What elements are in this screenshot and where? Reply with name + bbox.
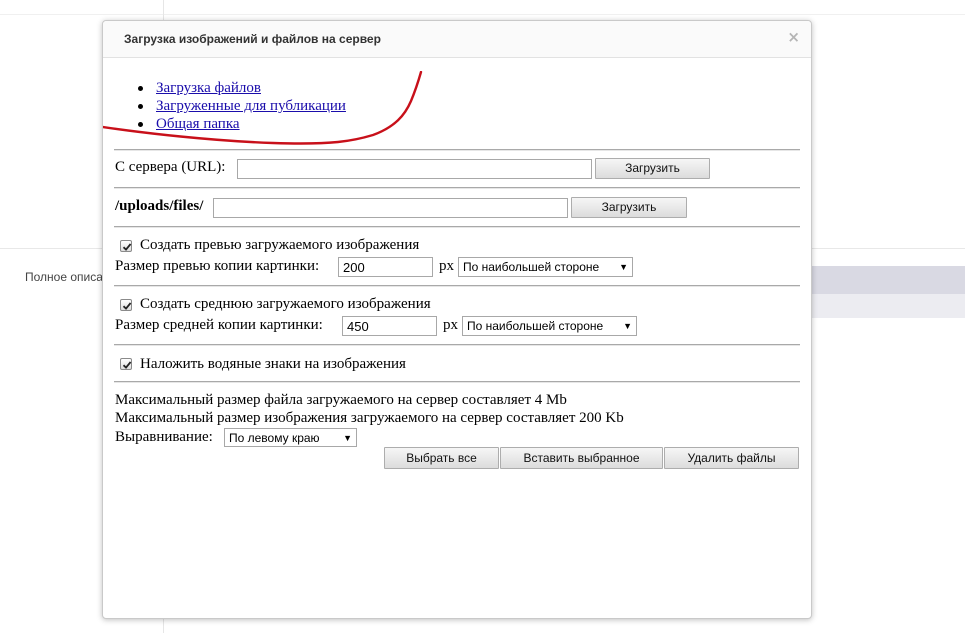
delete-files-button[interactable]: Удалить файлы <box>664 447 799 469</box>
file-input[interactable] <box>213 198 568 218</box>
upload-path-label: /uploads/files/ <box>115 198 204 214</box>
insert-selected-button[interactable]: Вставить выбранное <box>500 447 663 469</box>
divider <box>114 149 800 151</box>
divider <box>114 285 800 287</box>
divider <box>114 344 800 346</box>
close-icon[interactable]: × <box>787 28 800 46</box>
background-top-rule <box>0 14 965 15</box>
alignment-select[interactable]: По левому краю ▼ <box>224 428 357 447</box>
preview-checkbox-label: Создать превью загружаемого изображения <box>140 237 420 253</box>
url-label: С сервера (URL): <box>115 159 226 175</box>
alignment-label: Выравнивание: <box>115 429 213 445</box>
medium-checkbox[interactable] <box>120 299 132 311</box>
url-input[interactable] <box>237 159 592 179</box>
medium-size-label: Размер средней копии картинки: <box>115 317 323 333</box>
watermark-checkbox[interactable] <box>120 358 132 370</box>
divider <box>114 187 800 189</box>
max-image-size-text: Максимальный размер изображения загружае… <box>115 410 624 426</box>
watermark-checkbox-label: Наложить водяные знаки на изображения <box>140 356 406 372</box>
divider <box>114 226 800 228</box>
dialog-title: Загрузка изображений и файлов на сервер <box>124 32 381 46</box>
dropdown-arrow-icon: ▼ <box>343 433 352 443</box>
medium-checkbox-label: Создать среднюю загружаемого изображения <box>140 296 431 312</box>
preview-mode-value: По наибольшей стороне <box>463 260 600 274</box>
background-field-label: Полное описа <box>25 270 103 284</box>
upload-dialog: Загрузка изображений и файлов на сервер … <box>102 20 812 619</box>
divider <box>114 381 800 383</box>
checkmark-icon <box>122 361 132 369</box>
preview-size-input[interactable] <box>338 257 433 277</box>
medium-unit: px <box>443 317 458 333</box>
preview-unit: px <box>439 258 454 274</box>
alignment-value: По левому краю <box>229 431 320 445</box>
file-upload-button[interactable]: Загрузить <box>571 197 687 218</box>
max-file-size-text: Максимальный размер файла загружаемого н… <box>115 392 567 408</box>
dropdown-arrow-icon: ▼ <box>623 321 632 331</box>
url-upload-button[interactable]: Загрузить <box>595 158 710 179</box>
medium-mode-value: По наибольшей стороне <box>467 319 604 333</box>
medium-size-input[interactable] <box>342 316 437 336</box>
medium-mode-select[interactable]: По наибольшей стороне ▼ <box>462 316 637 336</box>
preview-mode-select[interactable]: По наибольшей стороне ▼ <box>458 257 633 277</box>
select-all-button[interactable]: Выбрать все <box>384 447 499 469</box>
dialog-titlebar: Загрузка изображений и файлов на сервер … <box>103 21 811 58</box>
background-toolbar <box>812 266 965 294</box>
checkmark-icon <box>122 302 132 310</box>
preview-size-label: Размер превью копии картинки: <box>115 258 320 274</box>
dropdown-arrow-icon: ▼ <box>619 262 628 272</box>
red-annotation-stroke <box>103 71 423 145</box>
background-toolbar-lower <box>812 294 965 318</box>
preview-checkbox[interactable] <box>120 240 132 252</box>
checkmark-icon <box>122 243 132 251</box>
